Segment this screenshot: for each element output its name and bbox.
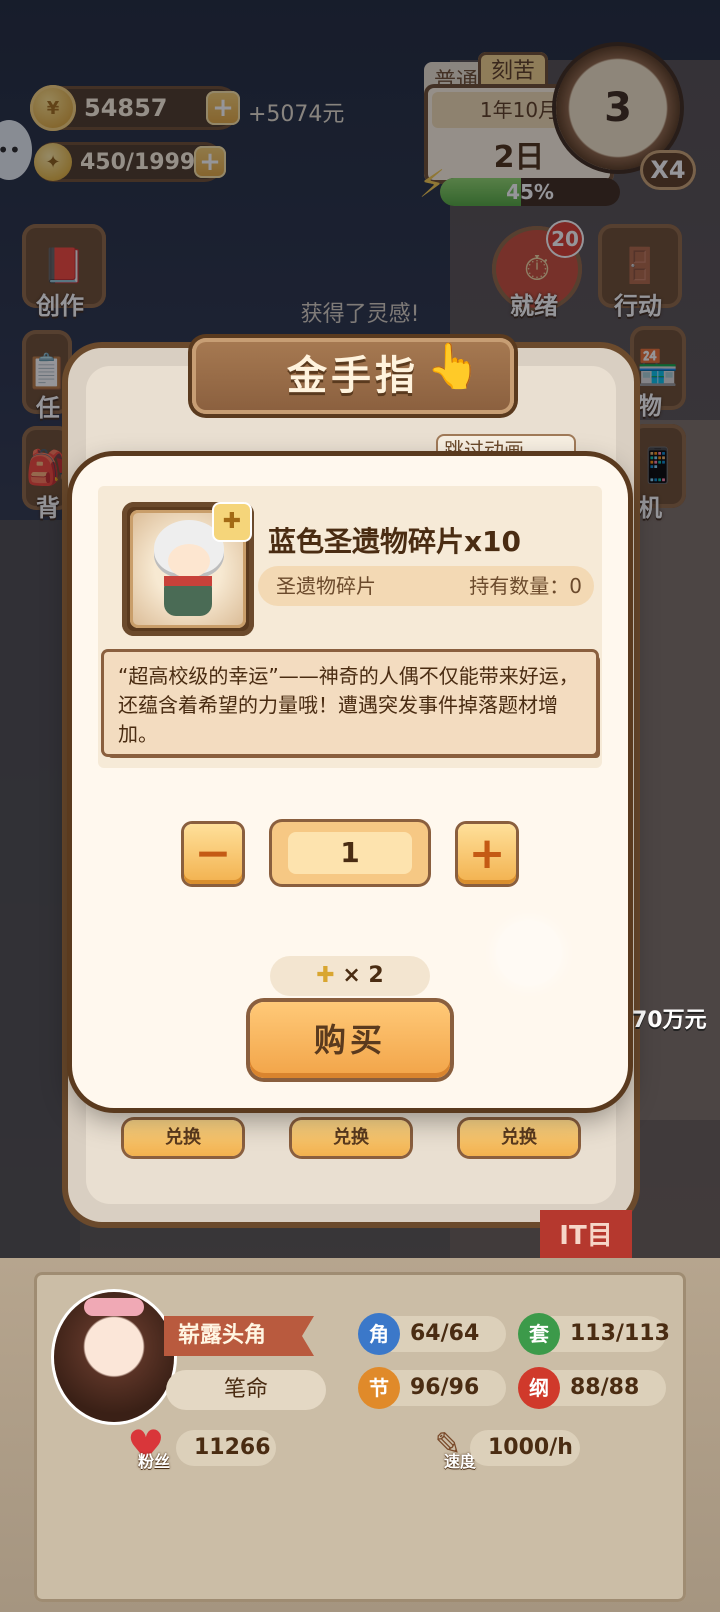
money-label: 70万元 [632, 1008, 707, 1033]
plot-stat-value: 96/96 [410, 1375, 480, 1400]
plus-icon: + [468, 828, 506, 879]
plot-stat-icon: 节 [358, 1367, 400, 1409]
exchange-button-1[interactable]: 兑换 [124, 1120, 242, 1156]
stat-character: 角 64/64 [358, 1313, 506, 1355]
purchase-modal: ✚ 蓝色圣遗物碎片x10 圣遗物碎片 持有数量：0 “超高校级的幸运”——神奇的… [72, 456, 628, 1108]
stat-plot: 节 96/96 [358, 1367, 506, 1409]
doll-face [168, 544, 210, 578]
street-sign: IT目 [540, 1210, 632, 1262]
routine-stat-icon: 套 [518, 1313, 560, 1355]
rank-title: 崭露头角 [164, 1316, 314, 1356]
routine-stat-value: 113/113 [570, 1321, 670, 1346]
exchange-button-3[interactable]: 兑换 [460, 1120, 578, 1156]
fans-label: 粉丝 [138, 1452, 171, 1471]
minus-icon: − [194, 828, 232, 879]
item-name: 蓝色圣遗物碎片x10 [268, 525, 522, 558]
writing-speed: 1000/h [470, 1430, 580, 1466]
doll-scarf [164, 576, 212, 586]
item-description: “超高校级的幸运”——神奇的人偶不仅能带来好运，还蕴含着希望的力量哦！遭遇突发事… [104, 652, 596, 754]
author-role: 笔命 [166, 1370, 326, 1410]
buy-button[interactable]: 购买 [250, 1002, 450, 1078]
item-meta-bar: 圣遗物碎片 持有数量：0 [258, 566, 594, 606]
exchange-button-2[interactable]: 兑换 [292, 1120, 410, 1156]
stat-routine: 套 113/113 [518, 1313, 670, 1355]
quantity-value: 1 [288, 832, 412, 874]
owned-count: 持有数量：0 [469, 574, 582, 598]
cost-value: × 2 [342, 963, 384, 988]
quantity-stepper: − 1 + [72, 820, 628, 886]
character-stat-icon: 角 [358, 1313, 400, 1355]
fans-count: 11266 [176, 1430, 276, 1466]
avatar-bow [84, 1298, 144, 1316]
touch-glow [496, 920, 562, 986]
puzzle-cost-icon: ✚ [316, 963, 335, 988]
exchange-row: 兑换 兑换 兑换 [94, 1110, 614, 1160]
puzzle-piece-icon: ✚ [214, 504, 250, 540]
outline-stat-value: 88/88 [570, 1375, 640, 1400]
decrease-quantity-button[interactable]: − [184, 824, 242, 884]
quantity-field[interactable]: 1 [272, 822, 428, 884]
cost-display: ✚ × 2 [270, 956, 430, 996]
item-type: 圣遗物碎片 [276, 574, 376, 598]
character-stat-value: 64/64 [410, 1321, 480, 1346]
stat-outline: 纲 88/88 [518, 1367, 666, 1409]
pointing-hand-icon: 👆 [426, 341, 481, 392]
outline-stat-icon: 纲 [518, 1367, 560, 1409]
increase-quantity-button[interactable]: + [458, 824, 516, 884]
